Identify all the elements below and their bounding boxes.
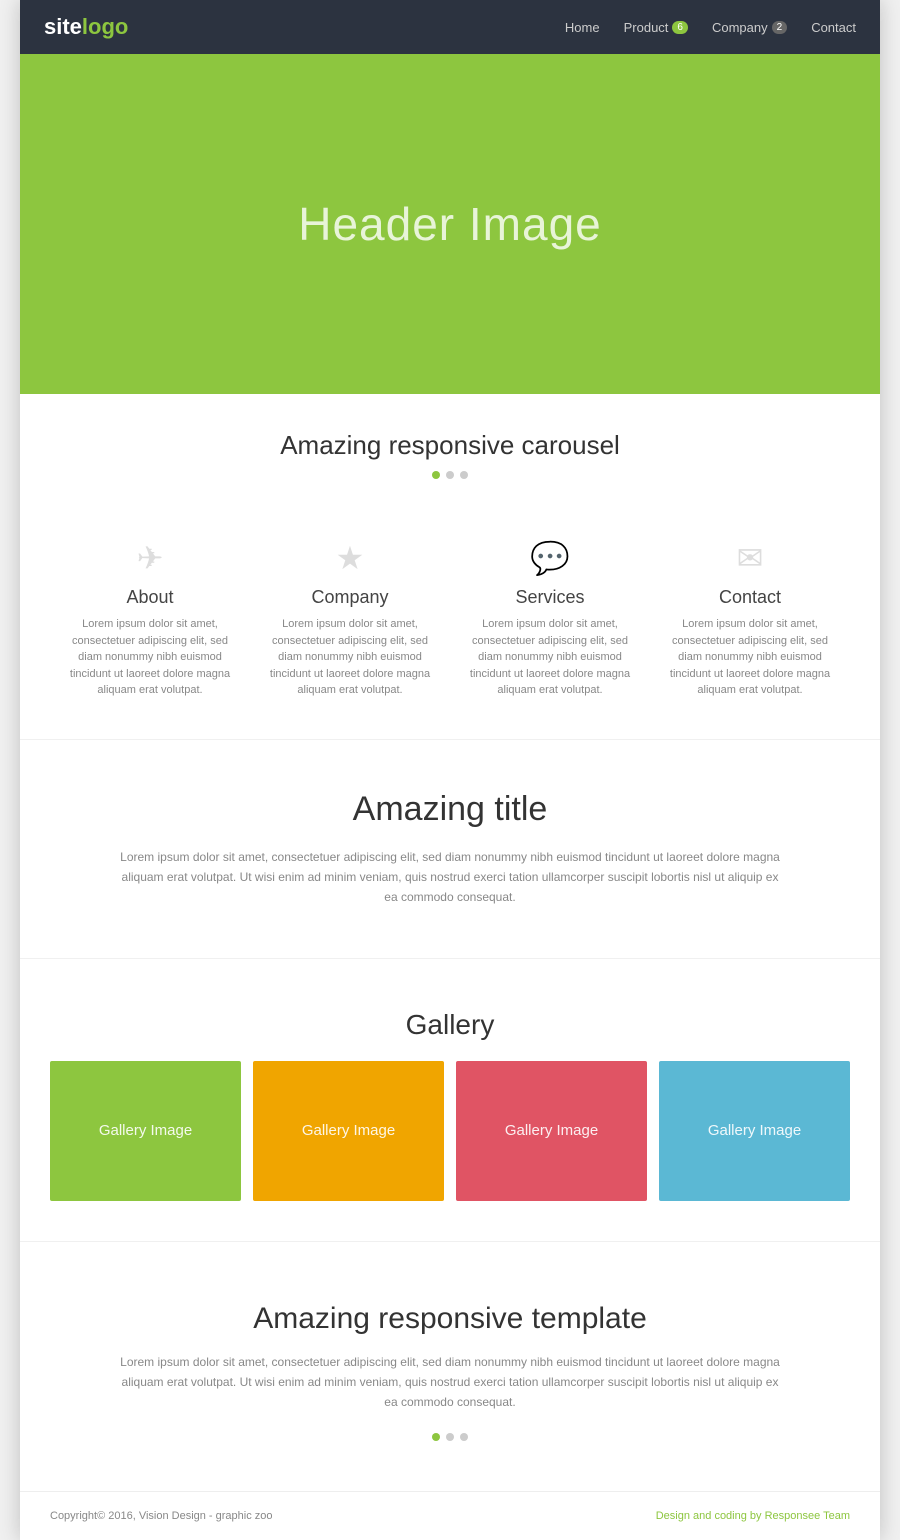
nav-company-label: Company xyxy=(712,20,768,35)
product-badge: 6 xyxy=(672,21,688,34)
amazing-title: Amazing title xyxy=(120,790,780,829)
about-desc: Lorem ipsum dolor sit amet, consectetuer… xyxy=(62,616,238,699)
footer: Copyright© 2016, Vision Design - graphic… xyxy=(20,1491,880,1540)
gallery-label-4: Gallery Image xyxy=(708,1122,801,1139)
template-dot-1[interactable] xyxy=(432,1433,440,1441)
gallery-label-1: Gallery Image xyxy=(99,1122,192,1139)
nav-item-product[interactable]: Product 6 xyxy=(624,20,688,35)
feature-about: ✈ About Lorem ipsum dolor sit amet, cons… xyxy=(62,539,238,699)
nav-contact-label: Contact xyxy=(811,20,856,35)
services-title: Services xyxy=(462,587,638,608)
gallery-item-1[interactable]: Gallery Image xyxy=(50,1061,241,1201)
carousel-dot-1[interactable] xyxy=(432,471,440,479)
carousel-section: Amazing responsive carousel xyxy=(20,394,880,529)
gallery-grid: Gallery Image Gallery Image Gallery Imag… xyxy=(50,1061,850,1201)
feature-contact: ✉ Contact Lorem ipsum dolor sit amet, co… xyxy=(662,539,838,699)
template-dot-2[interactable] xyxy=(446,1433,454,1441)
carousel-title: Amazing responsive carousel xyxy=(60,430,840,461)
services-desc: Lorem ipsum dolor sit amet, consectetuer… xyxy=(462,616,638,699)
about-icon: ✈ xyxy=(62,539,238,577)
gallery-item-3[interactable]: Gallery Image xyxy=(456,1061,647,1201)
features-grid: ✈ About Lorem ipsum dolor sit amet, cons… xyxy=(20,529,880,739)
hero-section: Header Image xyxy=(20,54,880,394)
contact-icon: ✉ xyxy=(662,539,838,577)
template-desc: Lorem ipsum dolor sit amet, consectetuer… xyxy=(120,1352,780,1413)
about-title: About xyxy=(62,587,238,608)
contact-desc: Lorem ipsum dolor sit amet, consectetuer… xyxy=(662,616,838,699)
nav-item-contact[interactable]: Contact xyxy=(811,20,856,35)
nav-links: Home Product 6 Company 2 Contact xyxy=(565,20,856,35)
nav-product-label: Product xyxy=(624,20,669,35)
contact-title: Contact xyxy=(662,587,838,608)
gallery-label-3: Gallery Image xyxy=(505,1122,598,1139)
amazing-section: Amazing title Lorem ipsum dolor sit amet… xyxy=(20,739,880,958)
services-icon: 💬 xyxy=(462,539,638,577)
template-title: Amazing responsive template xyxy=(120,1302,780,1336)
template-dot-3[interactable] xyxy=(460,1433,468,1441)
gallery-label-2: Gallery Image xyxy=(302,1122,395,1139)
template-dots xyxy=(120,1433,780,1441)
footer-credit: Design and coding by Responsee Team xyxy=(656,1510,850,1522)
footer-copyright: Copyright© 2016, Vision Design - graphic… xyxy=(50,1510,273,1522)
feature-company: ★ Company Lorem ipsum dolor sit amet, co… xyxy=(262,539,438,699)
hero-title: Header Image xyxy=(298,197,602,251)
gallery-item-4[interactable]: Gallery Image xyxy=(659,1061,850,1201)
nav-item-company[interactable]: Company 2 xyxy=(712,20,787,35)
gallery-section: Gallery Gallery Image Gallery Image Gall… xyxy=(20,958,880,1241)
logo-site: site xyxy=(44,14,82,39)
carousel-dot-3[interactable] xyxy=(460,471,468,479)
template-section: Amazing responsive template Lorem ipsum … xyxy=(20,1241,880,1491)
gallery-title: Gallery xyxy=(50,1009,850,1041)
site-logo[interactable]: sitelogo xyxy=(44,14,128,40)
amazing-desc: Lorem ipsum dolor sit amet, consectetuer… xyxy=(120,847,780,908)
navbar: sitelogo Home Product 6 Company 2 Contac… xyxy=(20,0,880,54)
nav-home-label: Home xyxy=(565,20,600,35)
carousel-dot-2[interactable] xyxy=(446,471,454,479)
company-icon: ★ xyxy=(262,539,438,577)
feature-services: 💬 Services Lorem ipsum dolor sit amet, c… xyxy=(462,539,638,699)
company-badge: 2 xyxy=(772,21,788,34)
logo-word: logo xyxy=(82,14,128,39)
company-title: Company xyxy=(262,587,438,608)
gallery-item-2[interactable]: Gallery Image xyxy=(253,1061,444,1201)
page-wrapper: sitelogo Home Product 6 Company 2 Contac… xyxy=(20,0,880,1540)
nav-item-home[interactable]: Home xyxy=(565,20,600,35)
carousel-dots xyxy=(60,471,840,479)
company-desc: Lorem ipsum dolor sit amet, consectetuer… xyxy=(262,616,438,699)
